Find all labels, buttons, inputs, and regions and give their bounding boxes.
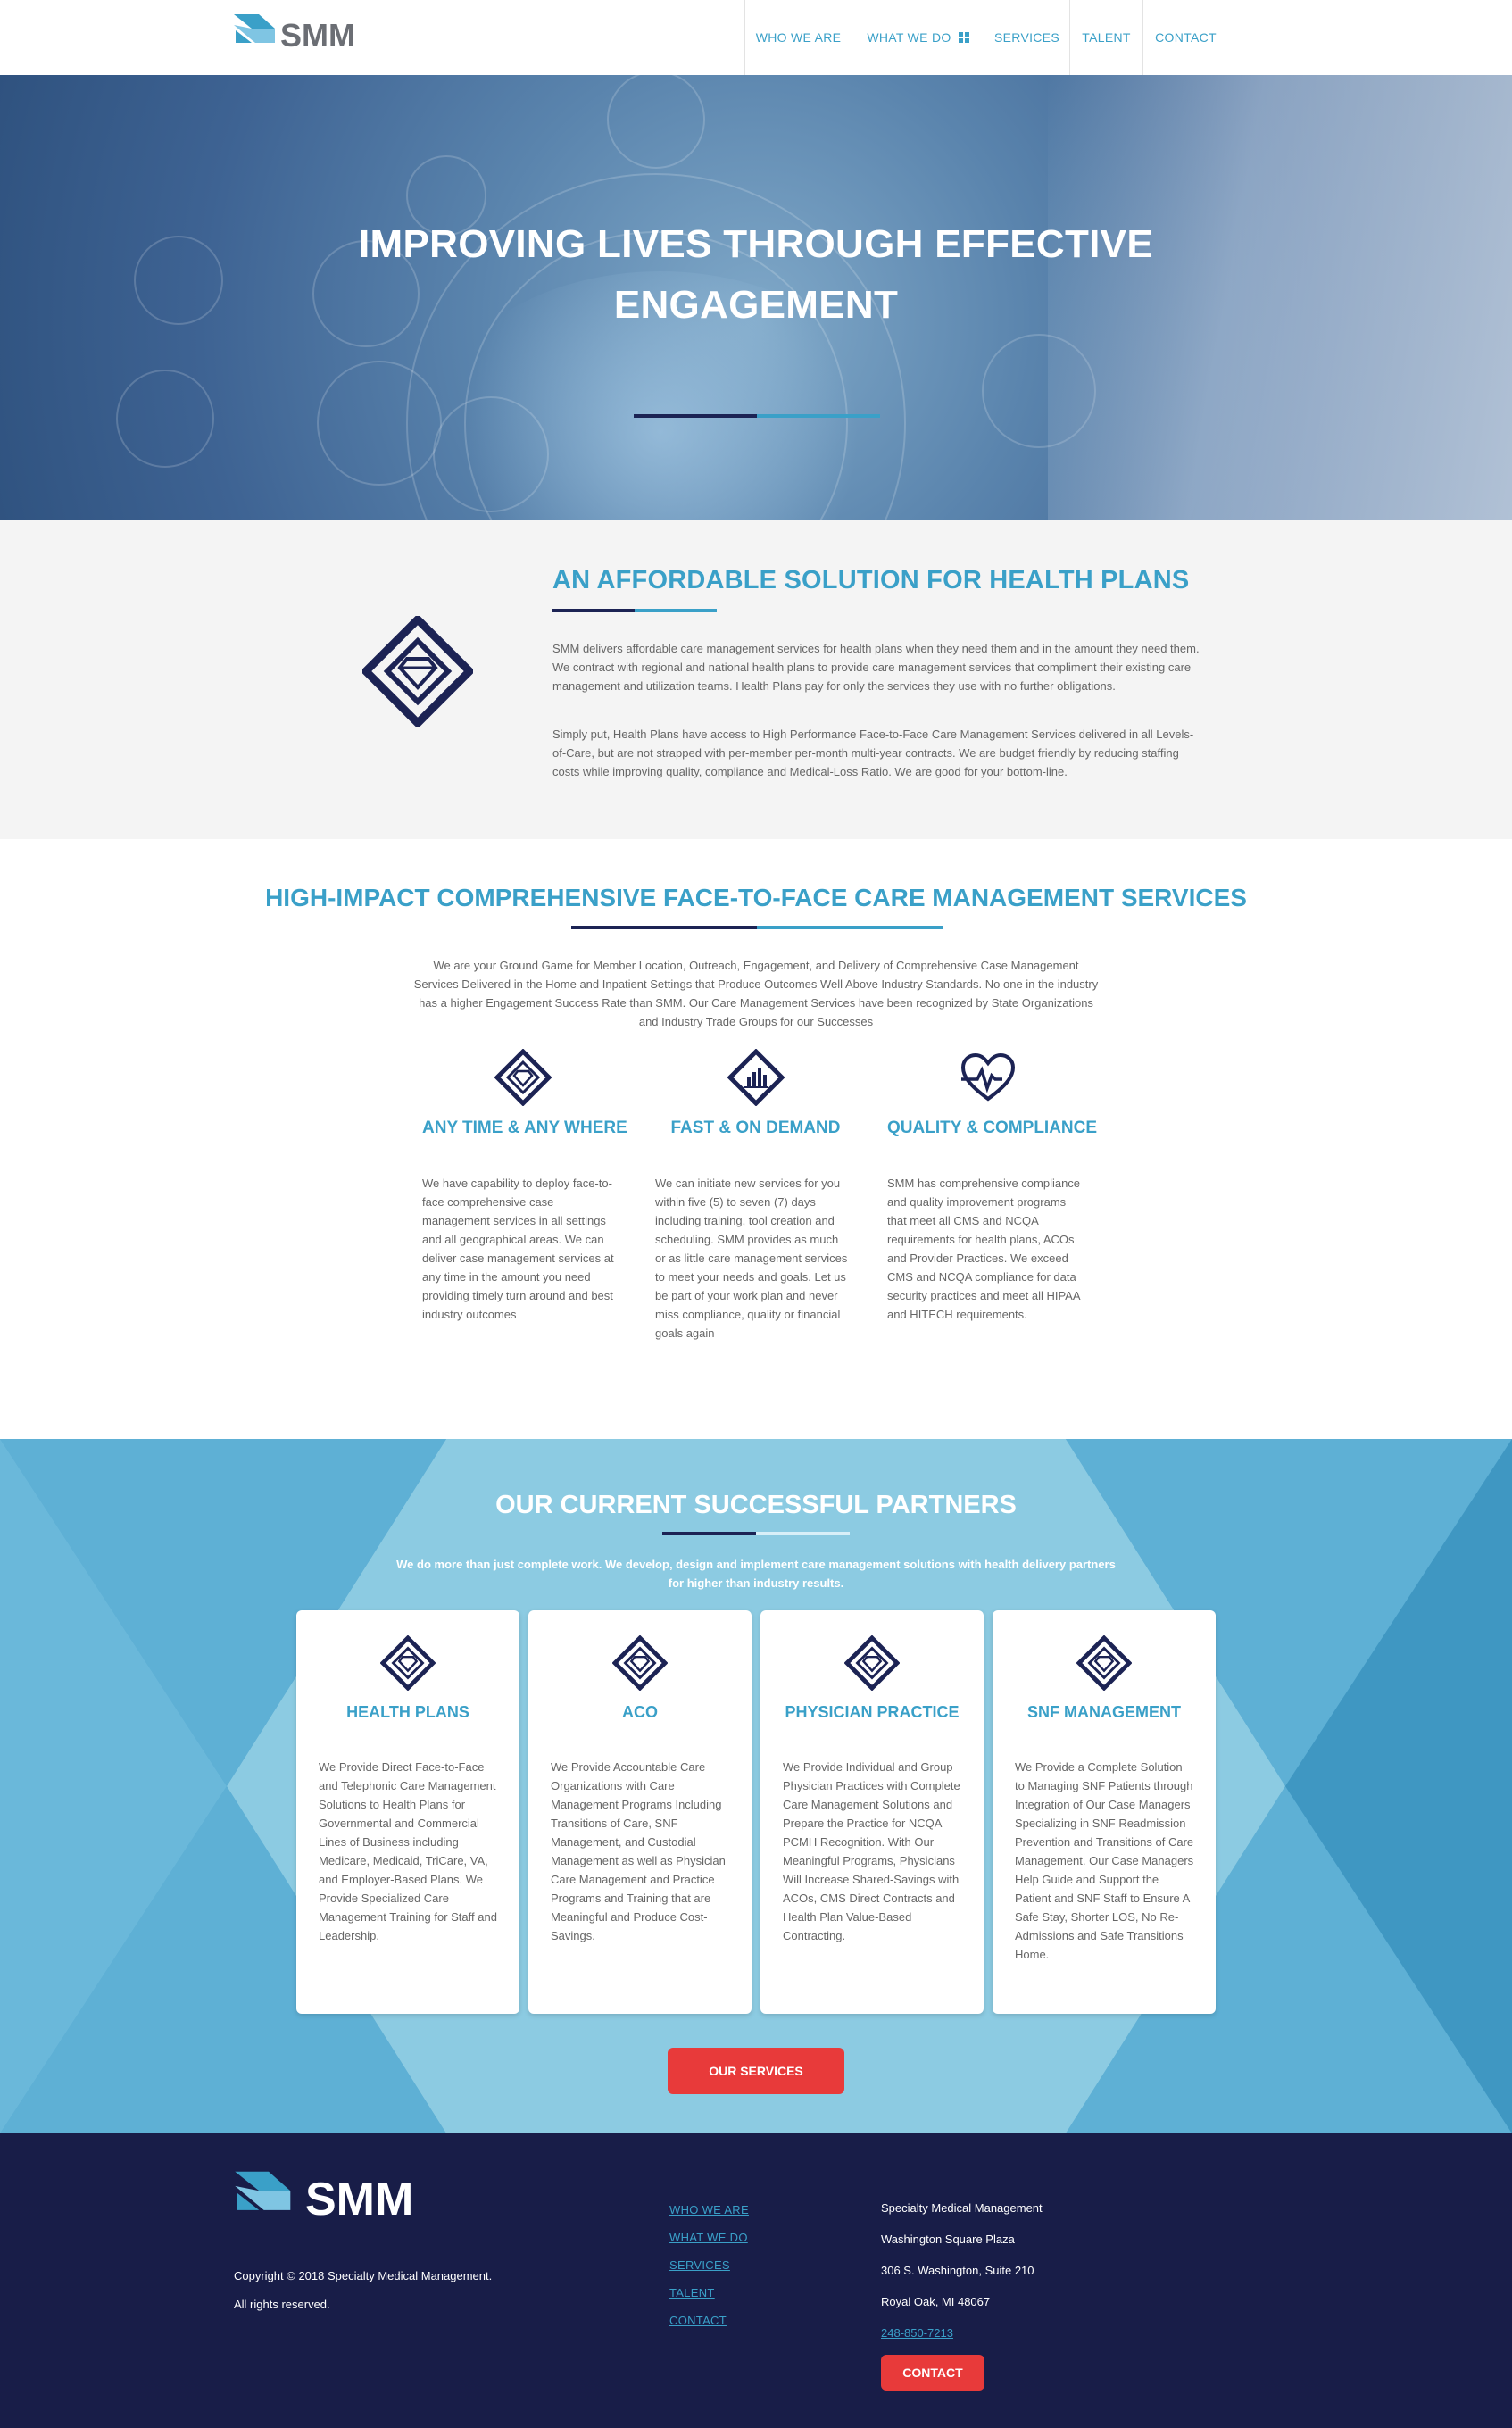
address-city: Royal Oak, MI 48067 <box>881 2295 991 2308</box>
feature-text: We can initiate new services for you wit… <box>655 1177 848 1340</box>
copyright-text: Copyright © 2018 Specialty Medical Manag… <box>234 2269 493 2282</box>
footer-link-services[interactable]: SERVICES <box>669 2251 749 2279</box>
affordable-paragraph-2: Simply put, Health Plans have access to … <box>552 728 1194 778</box>
partners-subtitle: We do more than just complete work. We d… <box>396 1558 1116 1590</box>
divider-dark <box>634 414 757 418</box>
footer-logo-text: SMM <box>305 2174 414 2225</box>
title-divider <box>662 1532 850 1535</box>
phone-link[interactable]: 248-850-7213 <box>881 2317 1043 2349</box>
partners-title: OUR CURRENT SUCCESSFUL PARTNERS <box>495 1491 1017 1519</box>
nav-services[interactable]: SERVICES <box>984 0 1069 75</box>
diamond-gem-icon <box>993 1635 1216 1691</box>
heartbeat-icon <box>887 1049 1088 1106</box>
card-text: We Provide Direct Face-to-Face and Telep… <box>319 1760 497 1942</box>
grid-menu-icon <box>958 32 969 43</box>
feature-fast-on-demand: FAST & ON DEMAND We can initiate new ser… <box>655 1049 856 1343</box>
divider-dark <box>552 609 635 612</box>
partner-card-health-plans: HEALTH PLANS We Provide Direct Face-to-F… <box>296 1610 519 2014</box>
affordable-title: AN AFFORDABLE SOLUTION FOR HEALTH PLANS <box>552 566 1190 595</box>
diamond-gem-icon <box>422 1049 623 1106</box>
footer-link-who-we-are[interactable]: WHO WE ARE <box>669 2196 749 2224</box>
services-title: HIGH-IMPACT COMPREHENSIVE FACE-TO-FACE C… <box>265 884 1247 911</box>
main-nav: WHO WE ARE WHAT WE DO SERVICES TALENT CO… <box>744 0 1228 75</box>
nav-who-we-are[interactable]: WHO WE ARE <box>744 0 852 75</box>
site-footer: SMM Copyright © 2018 Specialty Medical M… <box>0 2133 1512 2428</box>
divider-light <box>635 609 717 612</box>
logo-text: SMM <box>280 17 355 54</box>
nav-contact[interactable]: CONTACT <box>1142 0 1228 75</box>
affordable-section: AN AFFORDABLE SOLUTION FOR HEALTH PLANS … <box>0 520 1512 839</box>
nav-what-we-do[interactable]: WHAT WE DO <box>852 0 984 75</box>
divider-light <box>757 414 880 418</box>
footer-address: Specialty Medical Management Washington … <box>881 2192 1043 2349</box>
nav-label: TALENT <box>1082 30 1131 45</box>
title-divider <box>571 926 943 929</box>
diamond-gem-icon <box>528 1635 752 1691</box>
diamond-gem-icon <box>296 1635 519 1691</box>
card-title: ACO <box>622 1703 658 1721</box>
hero-title: IMPROVING LIVES THROUGH EFFECTIVE ENGAGE… <box>0 214 1512 336</box>
partner-card-physician-practice: PHYSICIAN PRACTICE We Provide Individual… <box>760 1610 984 2014</box>
footer-link-what-we-do[interactable]: WHAT WE DO <box>669 2224 749 2251</box>
doctor-icon <box>607 75 705 169</box>
our-services-button[interactable]: OUR SERVICES <box>668 2048 844 2094</box>
nav-label: WHAT WE DO <box>867 30 951 45</box>
title-divider <box>634 414 880 418</box>
services-section: HIGH-IMPACT COMPREHENSIVE FACE-TO-FACE C… <box>0 839 1512 1439</box>
hero-ring <box>116 370 214 468</box>
diamond-chart-icon <box>655 1049 856 1106</box>
card-text: We Provide Accountable Care Organization… <box>551 1760 726 1942</box>
divider-dark <box>662 1532 756 1535</box>
card-title: PHYSICIAN PRACTICE <box>785 1703 960 1721</box>
card-title: SNF MANAGEMENT <box>1027 1703 1181 1721</box>
footer-link-talent[interactable]: TALENT <box>669 2279 749 2307</box>
card-text: We Provide a Complete Solution to Managi… <box>1015 1760 1194 1961</box>
site-header: SMM WHO WE ARE WHAT WE DO SERVICES TALEN… <box>0 0 1512 75</box>
divider-light <box>757 926 943 929</box>
affordable-paragraph-1: SMM delivers affordable care management … <box>552 642 1200 693</box>
hero-title-line2: ENGAGEMENT <box>613 283 899 327</box>
hero-title-line1: IMPROVING LIVES THROUGH EFFECTIVE <box>359 222 1153 266</box>
feature-text: SMM has comprehensive compliance and qua… <box>887 1177 1081 1321</box>
divider-light <box>756 1532 850 1535</box>
feature-title: FAST & ON DEMAND <box>670 1118 841 1137</box>
nav-label: SERVICES <box>994 30 1059 45</box>
divider-dark <box>571 926 757 929</box>
address-street: 306 S. Washington, Suite 210 <box>881 2264 1034 2277</box>
diamond-gem-icon <box>760 1635 984 1691</box>
smm-logo-icon <box>234 14 275 43</box>
footer-logo[interactable]: SMM <box>234 2169 413 2224</box>
patient-icon <box>433 396 549 512</box>
site-logo[interactable]: SMM <box>234 12 355 54</box>
nav-label: WHO WE ARE <box>755 30 842 45</box>
partner-card-aco: ACO We Provide Accountable Care Organiza… <box>528 1610 752 2014</box>
footer-link-contact[interactable]: CONTACT <box>669 2307 749 2334</box>
feature-quality-compliance: QUALITY & COMPLIANCE SMM has comprehensi… <box>887 1049 1098 1324</box>
diamond-gem-icon <box>360 613 476 731</box>
rights-text: All rights reserved. <box>234 2298 330 2311</box>
company-name: Specialty Medical Management <box>881 2201 1043 2215</box>
partners-background <box>0 1439 1512 2133</box>
feature-title: QUALITY & COMPLIANCE <box>887 1118 1098 1137</box>
footer-copyright: Copyright © 2018 Specialty Medical Manag… <box>234 2262 492 2319</box>
partners-section: OUR CURRENT SUCCESSFUL PARTNERS We do mo… <box>0 1439 1512 2133</box>
smm-logo-icon <box>235 2171 291 2210</box>
partner-card-snf-management: SNF MANAGEMENT We Provide a Complete Sol… <box>993 1610 1216 2014</box>
card-title: HEALTH PLANS <box>346 1703 469 1721</box>
feature-any-time: ANY TIME & ANY WHERE We have capability … <box>422 1049 627 1324</box>
syringe-icon <box>317 361 442 486</box>
contact-button[interactable]: CONTACT <box>881 2355 984 2391</box>
card-text: We Provide Individual and Group Physicia… <box>783 1760 960 1942</box>
feature-title: ANY TIME & ANY WHERE <box>422 1118 627 1137</box>
address-building: Washington Square Plaza <box>881 2233 1015 2246</box>
nav-label: CONTACT <box>1155 30 1217 45</box>
hero-banner: IMPROVING LIVES THROUGH EFFECTIVE ENGAGE… <box>0 75 1512 520</box>
nav-talent[interactable]: TALENT <box>1069 0 1142 75</box>
title-divider <box>552 609 717 612</box>
feature-text: We have capability to deploy face-to-fac… <box>422 1177 614 1321</box>
footer-links: WHO WE ARE WHAT WE DO SERVICES TALENT CO… <box>669 2196 749 2334</box>
services-intro: We are your Ground Game for Member Locat… <box>413 959 1099 1028</box>
